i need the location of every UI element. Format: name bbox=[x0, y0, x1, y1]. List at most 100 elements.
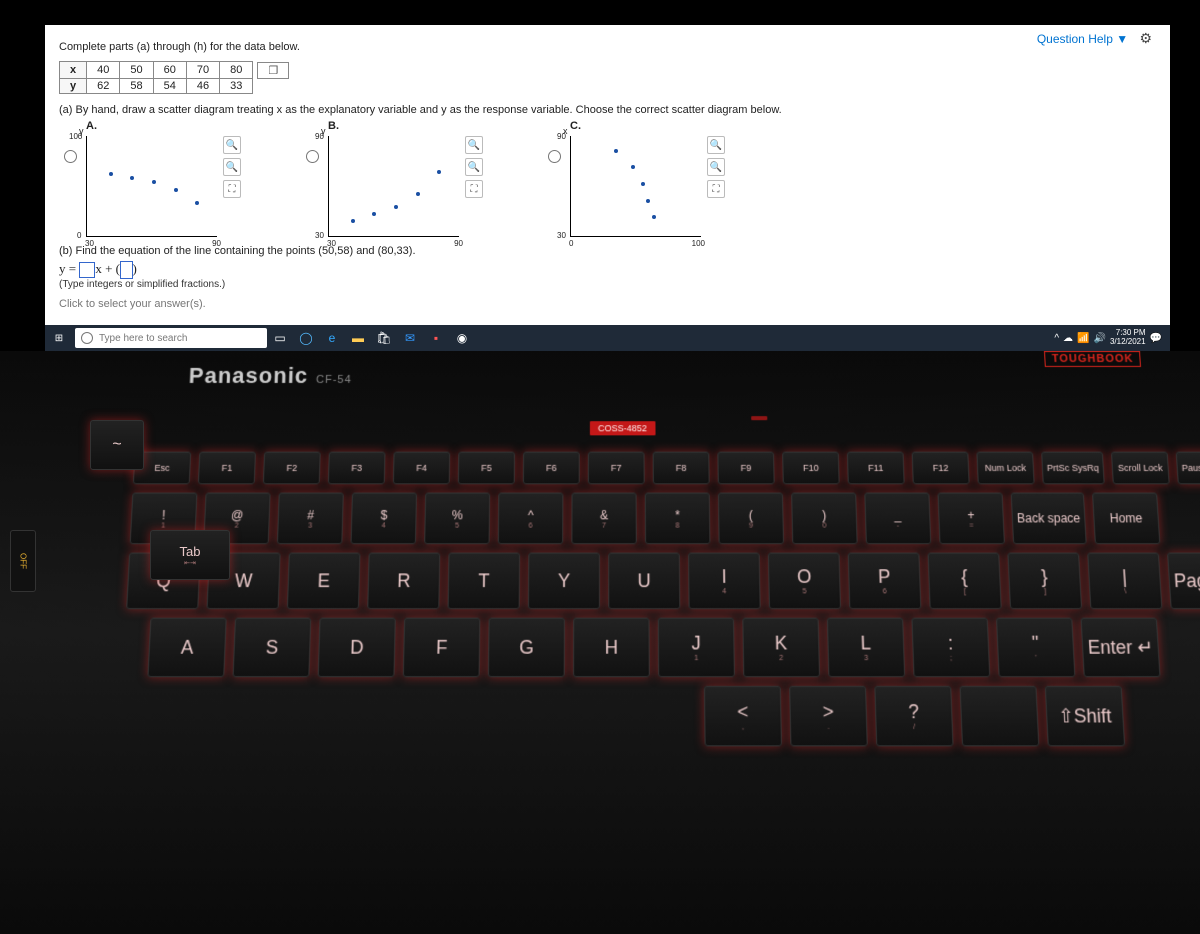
zoom-out-icon[interactable]: 🔍 bbox=[465, 158, 483, 176]
key-y[interactable]: Y bbox=[528, 553, 600, 610]
radio-c[interactable] bbox=[548, 150, 561, 163]
zoom-in-icon[interactable]: 🔍 bbox=[223, 136, 241, 154]
key-[interactable]: |\ bbox=[1087, 553, 1162, 610]
mail-icon[interactable]: ✉ bbox=[399, 327, 421, 349]
intercept-input[interactable] bbox=[120, 261, 133, 279]
key-g[interactable]: G bbox=[488, 618, 565, 678]
key-d[interactable]: D bbox=[318, 618, 396, 678]
explorer-icon[interactable]: ▬ bbox=[347, 327, 369, 349]
key-blank[interactable] bbox=[960, 686, 1040, 747]
expand-icon[interactable]: ⛶ bbox=[707, 180, 725, 198]
key-[interactable]: "' bbox=[996, 618, 1075, 678]
key-o[interactable]: O5 bbox=[768, 553, 841, 610]
key-backspace[interactable]: Back space bbox=[1011, 493, 1087, 545]
key-a[interactable]: A bbox=[147, 618, 226, 678]
key-prtscsysrq[interactable]: PrtSc SysRq bbox=[1041, 452, 1105, 485]
key-pausebreak[interactable]: Pause Break bbox=[1176, 452, 1200, 485]
key-shift[interactable]: ⇧Shift bbox=[1045, 686, 1125, 747]
key-[interactable]: }] bbox=[1007, 553, 1082, 610]
question-help-dropdown[interactable]: Question Help ▼ bbox=[1037, 32, 1128, 46]
tilde-key[interactable]: ~ bbox=[90, 420, 144, 470]
chevron-up-icon[interactable]: ^ bbox=[1054, 333, 1059, 344]
asset-tag-2 bbox=[751, 416, 767, 420]
option-a[interactable]: A. y 100 0 30 90 bbox=[59, 120, 241, 237]
key-[interactable]: %5 bbox=[424, 493, 490, 545]
copy-icon[interactable]: ❐ bbox=[257, 62, 289, 79]
key-f4[interactable]: F4 bbox=[393, 452, 450, 485]
key-[interactable]: _- bbox=[864, 493, 931, 545]
off-switch[interactable]: OFF bbox=[10, 530, 36, 592]
key-[interactable]: $4 bbox=[350, 493, 417, 545]
key-[interactable]: <, bbox=[704, 686, 782, 747]
key-home[interactable]: Home bbox=[1092, 493, 1160, 545]
key-[interactable]: )0 bbox=[791, 493, 858, 545]
edge-icon[interactable]: e bbox=[321, 327, 343, 349]
key-f9[interactable]: F9 bbox=[717, 452, 774, 485]
zoom-in-icon[interactable]: 🔍 bbox=[707, 136, 725, 154]
key-i[interactable]: I4 bbox=[688, 553, 761, 610]
notifications-icon[interactable]: 💬 bbox=[1150, 333, 1162, 344]
clock[interactable]: 7:30 PM3/12/2021 bbox=[1110, 329, 1146, 347]
onedrive-icon[interactable]: ☁ bbox=[1063, 333, 1073, 344]
expand-icon[interactable]: ⛶ bbox=[223, 180, 241, 198]
option-b[interactable]: B. y 90 30 30 90 bbox=[301, 120, 483, 237]
volume-icon[interactable]: 🔊 bbox=[1094, 333, 1106, 344]
key-f5[interactable]: F5 bbox=[458, 452, 515, 485]
radio-a[interactable] bbox=[64, 150, 77, 163]
key-f8[interactable]: F8 bbox=[653, 452, 710, 485]
select-prompt: Click to select your answer(s). bbox=[59, 298, 1156, 310]
key-[interactable]: :; bbox=[911, 618, 990, 678]
slope-input[interactable] bbox=[79, 262, 95, 278]
system-tray[interactable]: ^ ☁ 📶 🔊 7:30 PM3/12/2021 💬 bbox=[1054, 329, 1170, 347]
tab-key[interactable]: Tab⇤⇥ bbox=[150, 530, 230, 580]
key-[interactable]: ?/ bbox=[874, 686, 953, 747]
key-f[interactable]: F bbox=[403, 618, 481, 678]
wifi-icon[interactable]: 📶 bbox=[1077, 333, 1089, 344]
key-scrolllock[interactable]: Scroll Lock bbox=[1111, 452, 1170, 485]
key-[interactable]: ^6 bbox=[498, 493, 564, 545]
key-f7[interactable]: F7 bbox=[588, 452, 645, 485]
key-f12[interactable]: F12 bbox=[912, 452, 970, 485]
key-f3[interactable]: F3 bbox=[328, 452, 386, 485]
expand-icon[interactable]: ⛶ bbox=[465, 180, 483, 198]
key-k[interactable]: K2 bbox=[742, 618, 820, 678]
search-input[interactable]: Type here to search bbox=[75, 328, 267, 348]
key-l[interactable]: L3 bbox=[827, 618, 905, 678]
scatter-b: y 90 30 30 90 bbox=[328, 136, 459, 237]
key-p[interactable]: P6 bbox=[848, 553, 922, 610]
key-[interactable]: &7 bbox=[571, 493, 636, 545]
key-f6[interactable]: F6 bbox=[523, 452, 580, 485]
key-enter[interactable]: Enter ↵ bbox=[1081, 618, 1161, 678]
key-f10[interactable]: F10 bbox=[782, 452, 840, 485]
key-h[interactable]: H bbox=[573, 618, 650, 678]
key-r[interactable]: R bbox=[367, 553, 440, 610]
key-pageup[interactable]: Page Up bbox=[1167, 553, 1200, 610]
radio-b[interactable] bbox=[306, 150, 319, 163]
key-e[interactable]: E bbox=[287, 553, 361, 610]
option-c[interactable]: C. x 90 30 0 100 bbox=[543, 120, 725, 237]
key-[interactable]: (9 bbox=[718, 493, 784, 545]
key-[interactable]: += bbox=[937, 493, 1004, 545]
key-f2[interactable]: F2 bbox=[263, 452, 321, 485]
zoom-out-icon[interactable]: 🔍 bbox=[223, 158, 241, 176]
chrome-icon[interactable]: ◉ bbox=[451, 327, 473, 349]
key-f11[interactable]: F11 bbox=[847, 452, 905, 485]
gear-icon[interactable]: ⚙ bbox=[1139, 30, 1152, 47]
key-s[interactable]: S bbox=[233, 618, 312, 678]
task-view-icon[interactable]: ▭ bbox=[269, 327, 291, 349]
app-icon[interactable]: ▪ bbox=[425, 327, 447, 349]
zoom-in-icon[interactable]: 🔍 bbox=[465, 136, 483, 154]
start-button[interactable]: ⊞ bbox=[45, 325, 73, 351]
key-u[interactable]: U bbox=[608, 553, 680, 610]
key-t[interactable]: T bbox=[448, 553, 521, 610]
store-icon[interactable]: 🛍 bbox=[373, 327, 395, 349]
key-[interactable]: #3 bbox=[277, 493, 344, 545]
key-j[interactable]: J1 bbox=[658, 618, 735, 678]
key-f1[interactable]: F1 bbox=[198, 452, 256, 485]
key-[interactable]: >. bbox=[789, 686, 868, 747]
key-[interactable]: {[ bbox=[928, 553, 1002, 610]
zoom-out-icon[interactable]: 🔍 bbox=[707, 158, 725, 176]
cortana-icon[interactable]: ◯ bbox=[295, 327, 317, 349]
key-numlock[interactable]: Num Lock bbox=[976, 452, 1034, 485]
key-[interactable]: *8 bbox=[645, 493, 711, 545]
